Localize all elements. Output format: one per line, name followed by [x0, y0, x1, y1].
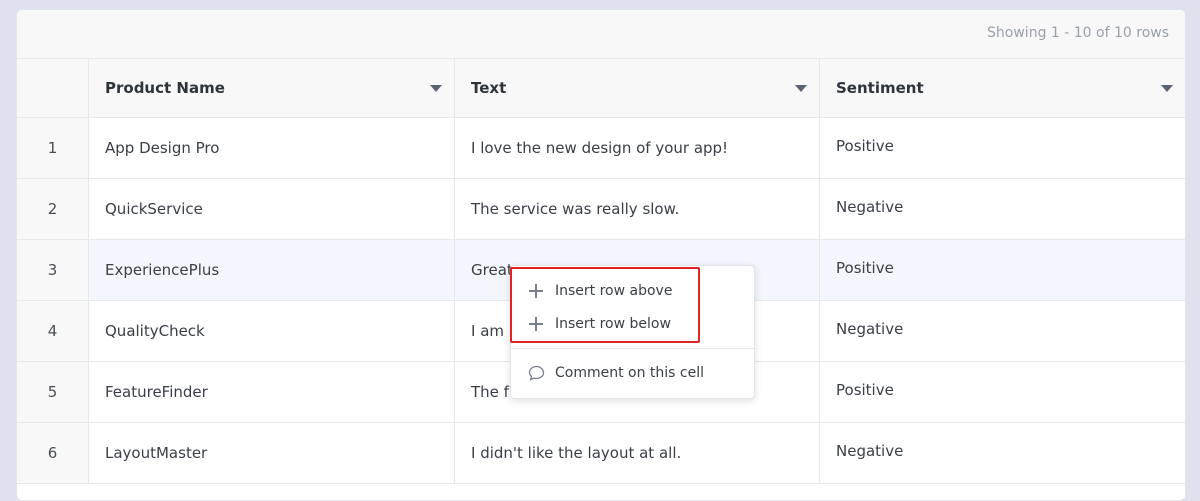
- cell-product-name[interactable]: App Design Pro: [89, 118, 455, 178]
- cell-sentiment-value: Positive: [836, 381, 894, 399]
- cell-sentiment[interactable]: Negative: [820, 423, 1185, 483]
- cell-product-name[interactable]: QuickService: [89, 179, 455, 239]
- cell-sentiment[interactable]: Negative: [820, 301, 1185, 361]
- data-grid-panel: Showing 1 - 10 of 10 rows Product Name T…: [16, 9, 1186, 501]
- row-count-label: Showing 1 - 10 of 10 rows: [987, 25, 1169, 41]
- grid-toolbar: Showing 1 - 10 of 10 rows: [17, 10, 1185, 59]
- column-header-label: Text: [471, 79, 507, 97]
- cell-product-name[interactable]: ExperiencePlus: [89, 240, 455, 300]
- cell-sentiment[interactable]: Positive: [820, 362, 1185, 422]
- plus-icon: [528, 283, 544, 299]
- cell-sentiment-value: Negative: [836, 320, 904, 338]
- row-number: 3: [17, 240, 89, 300]
- column-header-sentiment[interactable]: Sentiment: [820, 59, 1185, 117]
- cell-sentiment-value: Negative: [836, 198, 904, 216]
- column-menu-caret-icon[interactable]: [795, 85, 807, 92]
- table-row: 1 App Design Pro I love the new design o…: [17, 118, 1185, 179]
- row-number: 1: [17, 118, 89, 178]
- comment-icon: [528, 365, 545, 381]
- plus-icon: [528, 316, 544, 332]
- cell-sentiment[interactable]: Positive: [820, 118, 1185, 178]
- cell-product-name[interactable]: LayoutMaster: [89, 423, 455, 483]
- row-number: 2: [17, 179, 89, 239]
- row-number-header: [17, 59, 89, 117]
- menu-divider: [511, 348, 754, 349]
- menu-item-insert-row-below[interactable]: Insert row below: [511, 308, 754, 340]
- cell-sentiment-value: Positive: [836, 137, 894, 155]
- cell-sentiment[interactable]: Positive: [820, 240, 1185, 300]
- column-header-product-name[interactable]: Product Name: [89, 59, 455, 117]
- menu-item-label: Insert row below: [555, 316, 671, 332]
- cell-text[interactable]: The service was really slow.: [455, 179, 820, 239]
- cell-context-menu: Insert row above Insert row below Commen…: [510, 265, 755, 399]
- row-number: 6: [17, 423, 89, 483]
- cell-text[interactable]: I love the new design of your app!: [455, 118, 820, 178]
- cell-sentiment[interactable]: Negative: [820, 179, 1185, 239]
- menu-item-comment-on-cell[interactable]: Comment on this cell: [511, 357, 754, 389]
- column-menu-caret-icon[interactable]: [430, 85, 442, 92]
- menu-item-label: Insert row above: [555, 283, 673, 299]
- cell-product-name[interactable]: FeatureFinder: [89, 362, 455, 422]
- cell-product-name[interactable]: QualityCheck: [89, 301, 455, 361]
- cell-text[interactable]: I didn't like the layout at all.: [455, 423, 820, 483]
- cell-sentiment-value: Positive: [836, 259, 894, 277]
- cell-sentiment-value: Negative: [836, 442, 904, 460]
- column-menu-caret-icon[interactable]: [1161, 85, 1173, 92]
- column-header-label: Product Name: [105, 79, 225, 97]
- table-row: 6 LayoutMaster I didn't like the layout …: [17, 423, 1185, 484]
- column-header-label: Sentiment: [836, 79, 924, 97]
- column-header-text[interactable]: Text: [455, 59, 820, 117]
- menu-item-insert-row-above[interactable]: Insert row above: [511, 275, 754, 307]
- table-row: 2 QuickService The service was really sl…: [17, 179, 1185, 240]
- header-row: Product Name Text Sentiment: [17, 59, 1185, 118]
- row-number: 4: [17, 301, 89, 361]
- row-number: 5: [17, 362, 89, 422]
- menu-item-label: Comment on this cell: [555, 365, 705, 381]
